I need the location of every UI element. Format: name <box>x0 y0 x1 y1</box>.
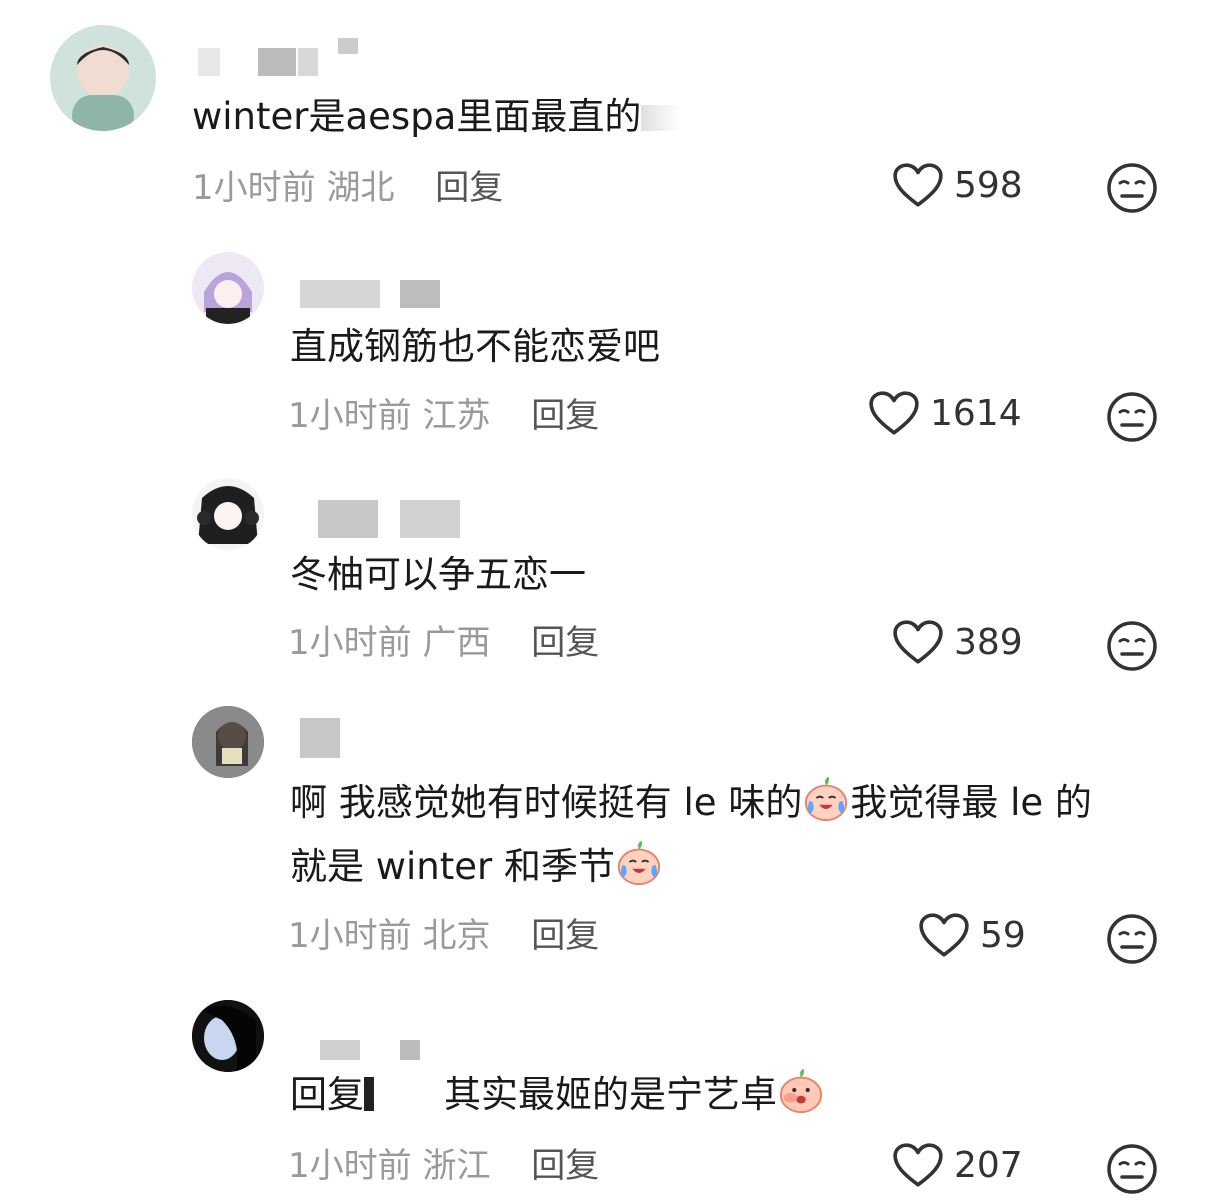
comment-location: 广西 <box>422 623 491 663</box>
avatar-image <box>72 45 134 131</box>
like-button[interactable]: 207 <box>892 1142 1023 1188</box>
comment-text-line2: 就是 winter 和季节 <box>290 834 663 900</box>
meh-face-icon[interactable] <box>1106 391 1158 443</box>
reply-button[interactable]: 回复 <box>531 1146 599 1186</box>
meh-face-icon[interactable] <box>1106 620 1158 672</box>
comment-location: 湖北 <box>326 168 395 208</box>
like-count: 207 <box>954 1144 1023 1186</box>
reply-button[interactable]: 回复 <box>531 396 599 436</box>
username-mask[interactable] <box>198 38 368 76</box>
reply-button[interactable]: 回复 <box>435 168 503 208</box>
heart-outline-icon <box>892 162 944 208</box>
username-mask[interactable] <box>318 500 463 538</box>
like-count: 1614 <box>930 392 1022 434</box>
comment-meta: 1小时前 广西 回复 <box>288 623 599 663</box>
comment-text: 回复 其实最姬的是宁艺卓 <box>290 1062 825 1128</box>
reply-prefix: 回复 <box>290 1073 364 1116</box>
comment-time: 1小时前 <box>288 1146 412 1186</box>
heart-outline-icon <box>918 912 970 958</box>
meh-face-icon[interactable] <box>1106 913 1158 965</box>
like-count: 598 <box>954 164 1023 206</box>
like-button[interactable]: 59 <box>918 912 1026 958</box>
avatar-image <box>192 1000 264 1072</box>
username-mask[interactable] <box>300 718 340 758</box>
username-mask[interactable] <box>320 1040 420 1060</box>
comment-meta: 1小时前 浙江 回复 <box>288 1146 599 1186</box>
like-button[interactable]: 1614 <box>868 390 1022 436</box>
meh-face-icon[interactable] <box>1106 1143 1158 1195</box>
comment-location: 江苏 <box>422 396 491 436</box>
meh-face-icon[interactable] <box>1106 162 1158 214</box>
comment-location: 浙江 <box>422 1146 491 1186</box>
comment-text: winter是aespa里面最直的 <box>192 84 682 150</box>
crying-laugh-emoji <box>802 775 850 823</box>
heart-outline-icon <box>892 1142 944 1188</box>
comment-text: 冬柚可以争五恋一 <box>290 553 586 596</box>
user-avatar[interactable] <box>192 706 264 778</box>
comment-meta: 1小时前 北京 回复 <box>288 916 599 956</box>
comment-time: 1小时前 <box>288 916 412 956</box>
shy-emoji <box>777 1067 825 1115</box>
crying-laugh-emoji <box>615 839 663 887</box>
comment-time: 1小时前 <box>288 623 412 663</box>
comment-time: 1小时前 <box>288 396 412 436</box>
heart-outline-icon <box>892 619 944 665</box>
heart-outline-icon <box>868 390 920 436</box>
comment-meta: 1小时前 江苏 回复 <box>288 396 599 436</box>
like-count: 59 <box>980 914 1026 956</box>
comment-time: 1小时前 <box>192 168 316 208</box>
avatar-image <box>204 272 252 324</box>
like-count: 389 <box>954 621 1023 663</box>
comment-text: 直成钢筋也不能恋爱吧 <box>290 325 660 368</box>
avatar-image <box>192 706 264 778</box>
reply-button[interactable]: 回复 <box>531 916 599 956</box>
user-avatar[interactable] <box>50 25 156 131</box>
comment-text: 啊 我感觉她有时候挺有 le 味的 我觉得最 le 的 <box>290 770 1092 836</box>
avatar-image <box>197 486 259 544</box>
comment-meta: 1小时前 湖北 回复 <box>192 168 503 208</box>
like-button[interactable]: 389 <box>892 619 1023 665</box>
user-avatar[interactable] <box>192 478 264 550</box>
username-mask[interactable] <box>300 280 460 308</box>
user-avatar[interactable] <box>192 1000 264 1072</box>
user-avatar[interactable] <box>192 252 264 324</box>
comment-location: 北京 <box>422 916 491 956</box>
reply-button[interactable]: 回复 <box>531 623 599 663</box>
like-button[interactable]: 598 <box>892 162 1023 208</box>
